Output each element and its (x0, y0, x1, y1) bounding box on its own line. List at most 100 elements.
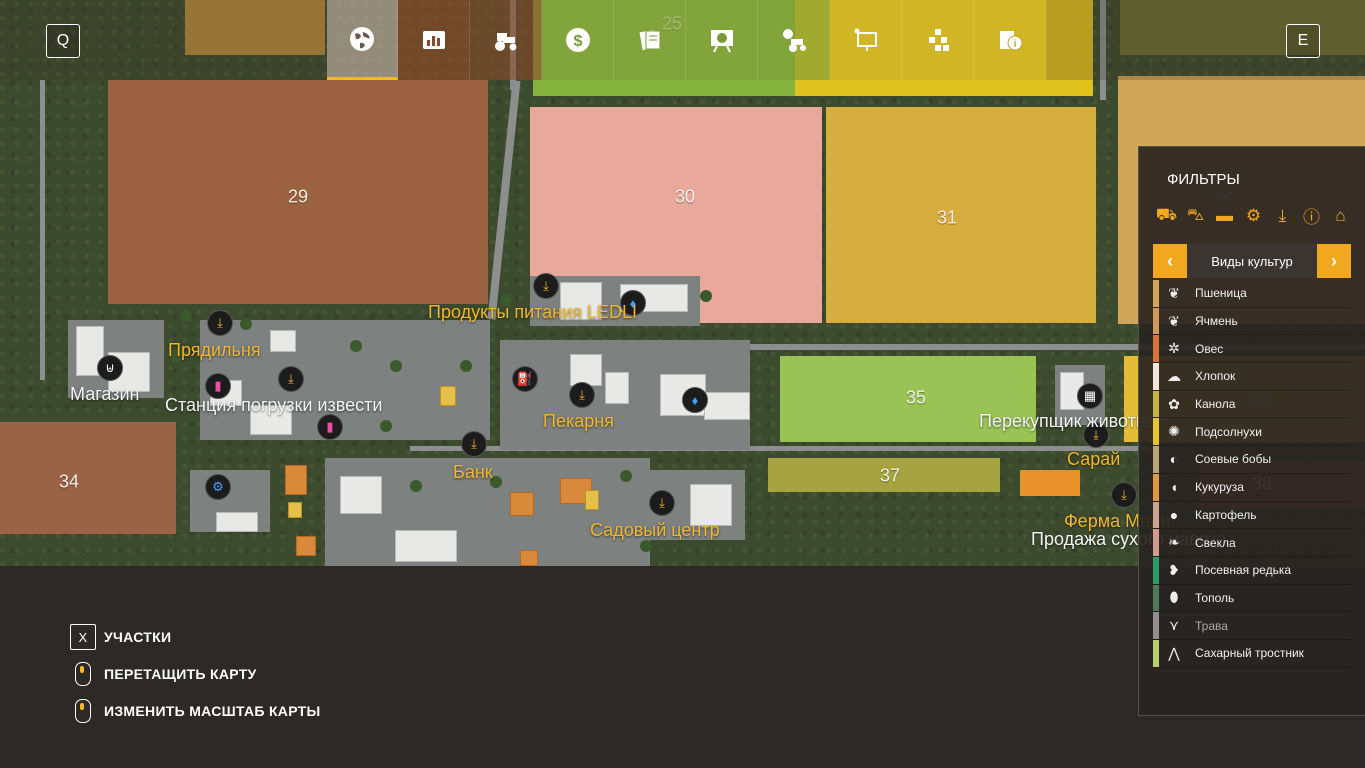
crop-name: Картофель (1195, 507, 1257, 522)
hint-plots[interactable]: X УЧАСТКИ (70, 624, 171, 650)
tractor-vehicles-icon (494, 33, 516, 51)
crop-name: Овес (1195, 341, 1224, 356)
next-page-key[interactable]: E (1286, 24, 1320, 58)
tab-statistics[interactable] (398, 0, 470, 80)
mouse-icon (75, 662, 91, 686)
building (340, 476, 382, 514)
tree (380, 420, 392, 432)
crop-row[interactable]: ◖ Кукуруза (1153, 473, 1351, 502)
tree (640, 540, 652, 552)
field-number: 30 (674, 186, 696, 207)
sell-point-icon[interactable]: ⤓ (533, 273, 559, 299)
label-spinnery: Прядильня (168, 340, 261, 360)
sell-point-icon[interactable]: ⤓ (1111, 482, 1137, 508)
wheat-icon: ❦ (1168, 284, 1180, 301)
chevron-right-icon[interactable]: › (1317, 244, 1351, 278)
production-chain-icon (928, 29, 949, 51)
hint-drag-map: ПЕРЕТАЩИТЬ КАРТУ (70, 662, 257, 686)
keyboard-key: X (70, 624, 96, 650)
crop-row[interactable]: ✲ Овес (1153, 335, 1351, 364)
sugarcane-icon: ⋀ (1168, 644, 1180, 661)
tab-production-chains[interactable] (902, 0, 974, 80)
contracts-icon (639, 29, 660, 51)
tab-animals[interactable] (758, 0, 830, 80)
sell-point-icon[interactable]: ⤓ (649, 490, 675, 516)
field-small-orange[interactable] (1020, 470, 1080, 496)
tractor-filter-icon[interactable]: ⛟ (1154, 203, 1179, 228)
crop-row[interactable]: ☁ Хлопок (1153, 363, 1351, 391)
building (296, 536, 316, 556)
svg-text:$: $ (573, 33, 582, 50)
sell-point-icon[interactable]: ⤓ (207, 310, 233, 336)
label-lime-station: Станция погрузки извести (165, 395, 383, 415)
field-34[interactable] (0, 422, 176, 534)
tab-map[interactable] (327, 0, 398, 80)
town-block (200, 320, 490, 440)
sell-point-icon[interactable]: ⤓ (461, 431, 487, 457)
building (288, 502, 302, 518)
prev-page-key[interactable]: Q (46, 24, 80, 58)
poplar-icon: ⬮ (1169, 589, 1179, 606)
tab-help[interactable]: i (974, 0, 1046, 80)
production-monitor-icon (854, 28, 877, 51)
building (440, 386, 456, 406)
crop-category-label: Виды культур (1187, 244, 1317, 278)
crop-name: Кукуруза (1195, 480, 1244, 495)
label-barn: Сарай (1067, 449, 1121, 469)
harvester-filter-icon[interactable]: ⛍ (1183, 203, 1208, 228)
production-filter-icon[interactable]: ⚙ (1241, 203, 1266, 228)
crop-row[interactable]: ⬮ Тополь (1153, 584, 1351, 613)
building (605, 372, 629, 404)
road (40, 80, 45, 380)
hint-label: ПЕРЕТАЩИТЬ КАРТУ (104, 666, 257, 682)
crop-row[interactable]: ❦ Пшеница (1153, 280, 1351, 308)
label-garden-center: Садовый центр (590, 520, 720, 540)
tab-economy[interactable] (686, 0, 758, 80)
label-shop: Магазин (70, 384, 140, 404)
crop-row[interactable]: ✿ Канола (1153, 390, 1351, 419)
animals-tractor-icon (782, 29, 806, 52)
tab-vehicles[interactable] (470, 0, 542, 80)
chevron-left-icon[interactable]: ‹ (1153, 244, 1187, 278)
crop-row[interactable]: ❧ Свекла (1153, 529, 1351, 557)
trailer-filter-icon[interactable]: ▬ (1212, 203, 1237, 228)
globe-map-icon (350, 26, 374, 51)
selling-point-filter-icon[interactable]: ⤓ (1270, 203, 1295, 228)
building (520, 550, 538, 566)
tree (240, 318, 252, 330)
crop-name: Подсолнухи (1195, 424, 1262, 439)
field-31[interactable] (826, 107, 1096, 323)
fuel-station-icon[interactable]: ⛽ (512, 366, 538, 392)
shop-basket-icon[interactable]: ⊎ (97, 355, 123, 381)
sell-point-icon[interactable]: ⤓ (278, 366, 304, 392)
vehicle-workshop-icon[interactable]: ⚙ (205, 474, 231, 500)
cotton-icon: ☁ (1167, 367, 1181, 384)
tree (350, 340, 362, 352)
field-number: 34 (58, 471, 80, 492)
crop-row[interactable]: ❦ Ячмень (1153, 307, 1351, 336)
soybean-icon: ◐ (1169, 451, 1179, 468)
sell-point-icon[interactable]: ⤓ (569, 382, 595, 408)
factory-icon[interactable]: ♦ (682, 387, 708, 413)
tab-production[interactable] (830, 0, 902, 80)
tab-finances[interactable]: $ (542, 0, 614, 80)
crop-row[interactable]: ◐ Соевые бобы (1153, 446, 1351, 474)
beet-icon: ❧ (1168, 534, 1180, 551)
home-filter-icon[interactable]: ⌂ (1328, 203, 1353, 228)
building (270, 330, 296, 352)
crop-category-selector: ‹ Виды культур › (1153, 244, 1351, 278)
crop-row[interactable]: ✺ Подсолнухи (1153, 418, 1351, 447)
animal-dealer-icon[interactable]: ▦ (1077, 383, 1103, 409)
canola-icon: ✿ (1168, 395, 1180, 412)
warning-filter-icon[interactable]: ⓘ (1299, 203, 1324, 228)
crop-row[interactable]: ❥ Посевная редька (1153, 556, 1351, 585)
radish-icon: ❥ (1168, 561, 1180, 578)
oat-icon: ✲ (1168, 340, 1180, 357)
production-icon[interactable]: ▮ (317, 414, 343, 440)
crop-row[interactable]: ● Картофель (1153, 501, 1351, 530)
crop-row[interactable]: ⋎ Трава (1153, 612, 1351, 640)
field-number: 29 (287, 186, 309, 207)
crop-name: Пшеница (1195, 286, 1247, 301)
crop-row[interactable]: ⋀ Сахарный тростник (1153, 639, 1351, 668)
tab-contracts[interactable] (614, 0, 686, 80)
